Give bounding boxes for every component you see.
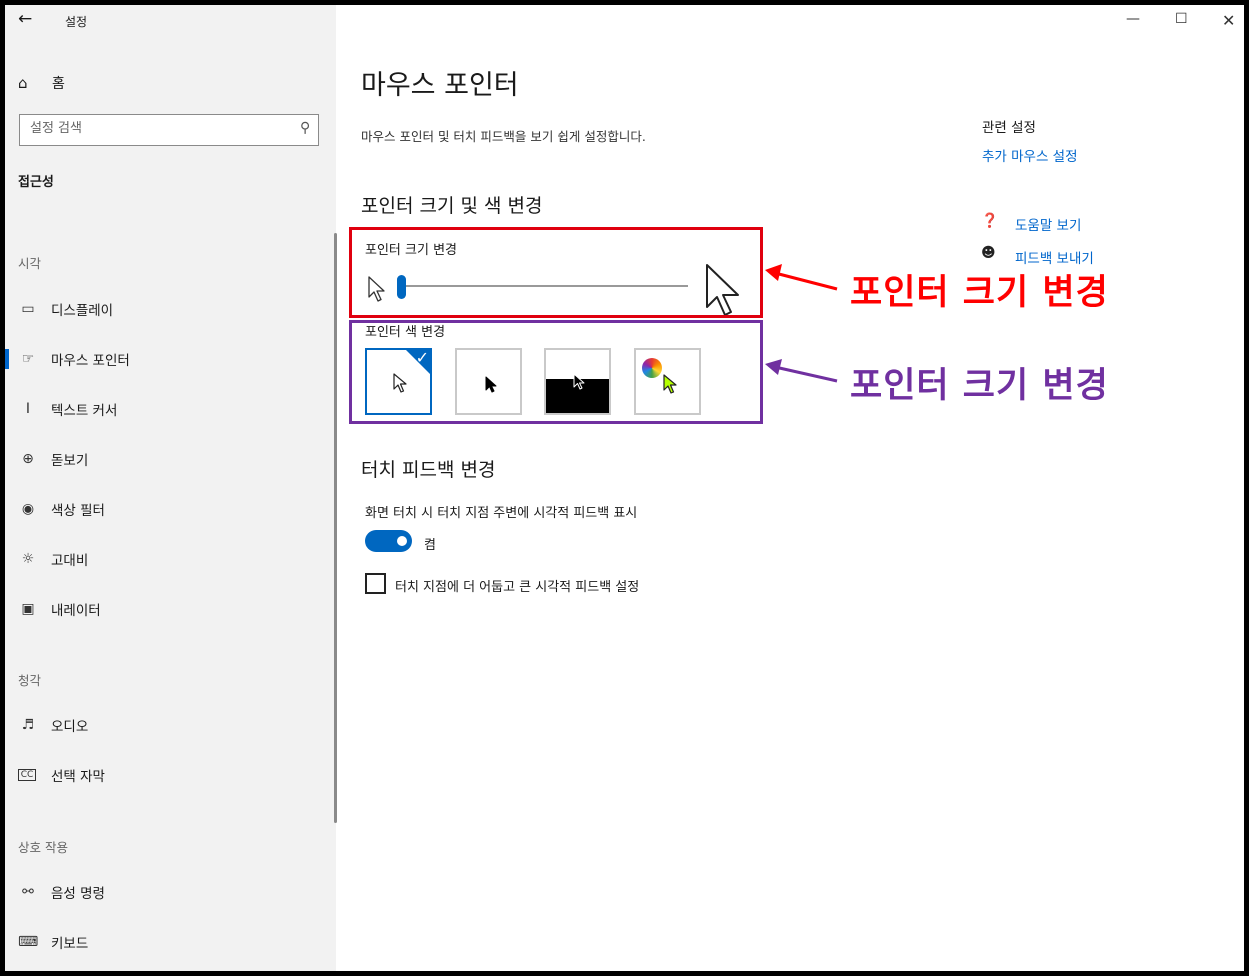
settings-window: ← 설정 ⌂ 홈 ⚲ 접근성 시각 ▭ 디스플레이 ☞ 마우스 포인터 I 텍스…: [0, 0, 1249, 976]
annotation-arrows: [765, 264, 838, 383]
color-callout: 포인터 크기 변경: [850, 366, 1109, 406]
size-callout: 포인터 크기 변경: [850, 273, 1109, 313]
